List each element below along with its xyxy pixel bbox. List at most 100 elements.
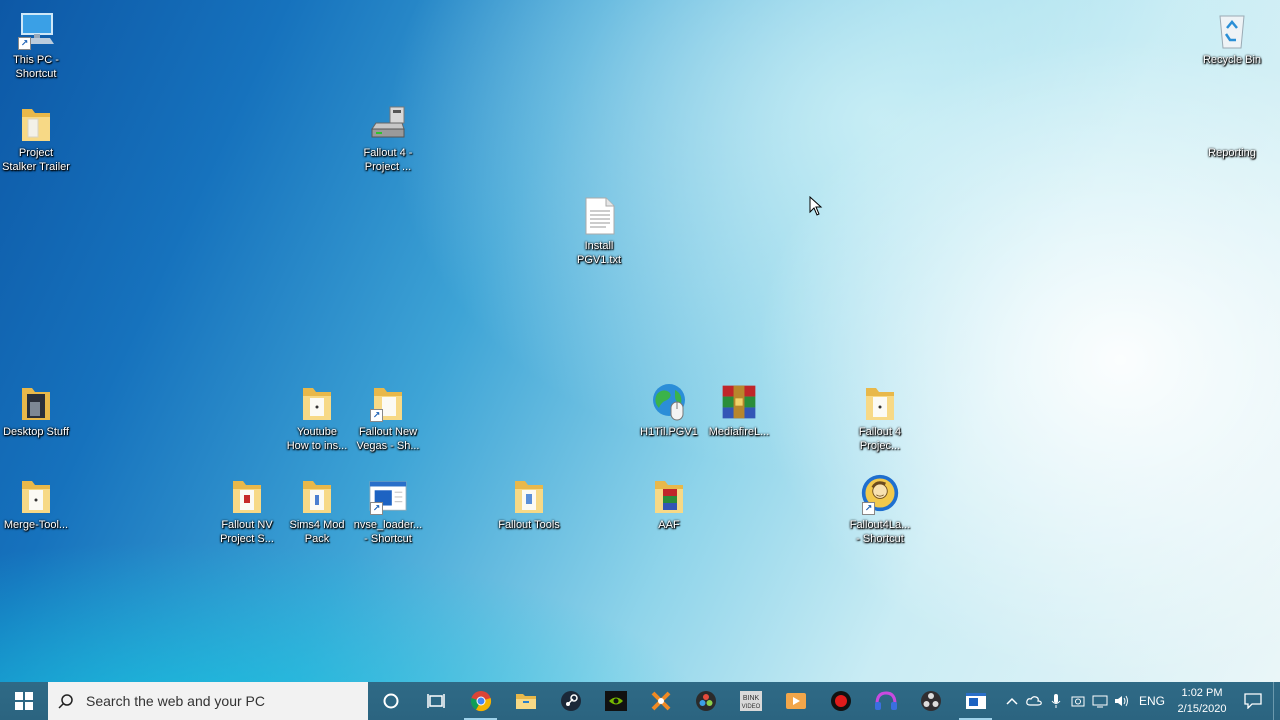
camera-icon (1071, 696, 1085, 707)
desktop-icon-label: H1Til.PGV1 (640, 426, 698, 438)
desktop-icon-recycle-bin[interactable]: Recycle Bin (1194, 8, 1270, 67)
desktop-icon-project-stalker[interactable]: Project Stalker Trailer (0, 101, 74, 174)
vault-boy-icon: ↗ (860, 473, 900, 515)
desktop-icon-fallout4-project-drive[interactable]: Fallout 4 - Project ... (350, 101, 426, 174)
desktop[interactable]: ↗ This PC - Shortcut Project Stalker Tra… (0, 0, 1280, 682)
taskbar: Search the web and your PC BINK VIDEO EN… (0, 682, 1280, 720)
desktop-icon-label: Fallout 4 Projec... (858, 426, 902, 452)
blender-like-icon (651, 691, 670, 711)
globe-mouse-icon (649, 380, 689, 422)
steam-icon (560, 691, 581, 711)
desktop-icon-label: Fallout NV Project S... (220, 519, 274, 545)
folder-icon (16, 473, 56, 515)
desktop-icon-sims4-mod-pack[interactable]: Sims4 Mod Pack (279, 473, 355, 546)
language-indicator[interactable]: ENG (1133, 694, 1171, 708)
desktop-icon-label: This PC - Shortcut (13, 54, 59, 80)
network-tray[interactable] (1089, 682, 1111, 720)
desktop-icon-label: nvse_loader... - Shortcut (353, 519, 423, 545)
taskbar-bink-video[interactable]: BINK VIDEO (728, 682, 773, 720)
taskbar-davinci-resolve[interactable] (683, 682, 728, 720)
record-icon (830, 691, 851, 711)
taskbar-search-box[interactable]: Search the web and your PC (48, 682, 368, 720)
taskbar-steam[interactable] (548, 682, 593, 720)
taskbar-file-explorer[interactable] (503, 682, 548, 720)
cortana-button[interactable] (368, 682, 413, 720)
davinci-resolve-icon (695, 691, 716, 711)
search-placeholder: Search the web and your PC (86, 693, 265, 709)
desktop-icon-aaf[interactable]: AAF (631, 473, 707, 532)
desktop-icon-fallout4launcher[interactable]: ↗ Fallout4La... - Shortcut (842, 473, 918, 546)
headset-icon (874, 691, 897, 710)
computer-icon: ↗ (16, 8, 56, 50)
start-button[interactable] (0, 682, 48, 720)
svg-text:BINK: BINK (742, 695, 759, 702)
volume-tray[interactable] (1111, 682, 1133, 720)
window-app-icon (965, 693, 986, 709)
folder-icon (16, 101, 56, 143)
winrar-archive-icon (719, 380, 759, 422)
system-tray: ENG 1:02 PM 2/15/2020 (1001, 682, 1280, 720)
folder-icon (297, 473, 337, 515)
clock[interactable]: 1:02 PM 2/15/2020 (1171, 685, 1233, 717)
application-window-icon: ↗ (368, 473, 408, 515)
folder-icon (227, 473, 267, 515)
desktop-icon-fallout-tools[interactable]: Fallout Tools (491, 473, 567, 532)
bink-video-icon: BINK VIDEO (739, 691, 762, 711)
chrome-icon (470, 691, 491, 712)
camera-tray[interactable] (1067, 682, 1089, 720)
desktop-icon-mediafire[interactable]: MediafireL... (701, 380, 777, 439)
desktop-icon-h1til-pgv1[interactable]: H1Til.PGV1 (631, 380, 707, 439)
taskbar-media-player[interactable] (773, 682, 818, 720)
mouse-cursor-icon (809, 195, 823, 221)
microphone-icon (1051, 694, 1061, 708)
action-center-button[interactable] (1233, 682, 1273, 720)
taskbar-recorder[interactable] (818, 682, 863, 720)
desktop-icon-fallout-nv-project[interactable]: Fallout NV Project S... (209, 473, 285, 546)
taskbar-window-app[interactable] (953, 682, 998, 720)
desktop-icon-fallout4-projec[interactable]: Fallout 4 Projec... (842, 380, 918, 453)
taskbar-headset-app[interactable] (863, 682, 908, 720)
desktop-icon-youtube-how-to[interactable]: Youtube How to ins... (279, 380, 355, 453)
desktop-icon-label: Recycle Bin (1202, 54, 1262, 66)
desktop-icon-label: Project Stalker Trailer (2, 147, 70, 173)
desktop-icon-label: Install PGV1.txt (576, 240, 622, 266)
show-hidden-icons-button[interactable] (1001, 682, 1023, 720)
desktop-icon-label: Youtube How to ins... (286, 426, 348, 452)
taskbar-obs[interactable] (908, 682, 953, 720)
taskbar-nvidia[interactable] (593, 682, 638, 720)
desktop-icon-label: Reporting (1208, 147, 1256, 159)
install-drive-icon (368, 101, 408, 143)
folder-icon (509, 473, 549, 515)
microphone-tray[interactable] (1045, 682, 1067, 720)
desktop-icon-this-pc[interactable]: ↗ This PC - Shortcut (0, 8, 74, 81)
taskbar-chrome[interactable] (458, 682, 503, 720)
desktop-icon-nvse-loader[interactable]: ↗ nvse_loader... - Shortcut (350, 473, 426, 546)
svg-text:VIDEO: VIDEO (741, 704, 760, 710)
desktop-icon-merge-tool[interactable]: Merge-Tool... (0, 473, 74, 532)
desktop-icon-label: Desktop Stuff (3, 426, 69, 438)
task-view-icon (426, 694, 445, 708)
show-desktop-button[interactable] (1273, 682, 1280, 720)
desktop-icon-reporting[interactable]: Reporting (1194, 101, 1270, 160)
desktop-icon-label: Fallout 4 - Project ... (363, 147, 413, 173)
chevron-up-icon (1006, 697, 1018, 705)
desktop-icon-label: Fallout4La... - Shortcut (849, 519, 911, 545)
notification-icon (1244, 693, 1262, 709)
search-icon (58, 694, 73, 709)
clock-time: 1:02 PM (1181, 687, 1223, 699)
folder-icon (297, 380, 337, 422)
blank-icon (1212, 101, 1252, 143)
taskbar-app-orange[interactable] (638, 682, 683, 720)
desktop-icon-desktop-stuff[interactable]: Desktop Stuff (0, 380, 74, 439)
cortana-icon (383, 693, 398, 709)
folder-icon (16, 380, 56, 422)
onedrive-tray[interactable] (1023, 682, 1045, 720)
recycle-bin-icon (1212, 8, 1252, 50)
clock-date: 2/15/2020 (1177, 703, 1227, 715)
desktop-icon-fallout-new-vegas[interactable]: ↗ Fallout New Vegas - Sh... (350, 380, 426, 453)
desktop-icon-install-pgv1[interactable]: Install PGV1.txt (561, 194, 637, 267)
task-view-button[interactable] (413, 682, 458, 720)
folder-archive-icon (649, 473, 689, 515)
windows-logo-icon (15, 692, 33, 710)
network-icon (1092, 695, 1108, 708)
